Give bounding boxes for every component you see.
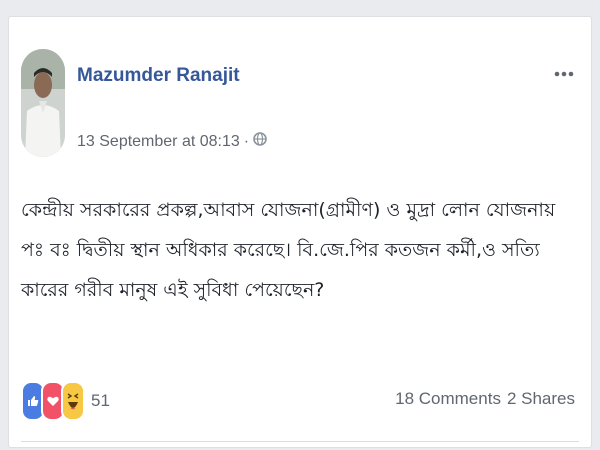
globe-icon[interactable] xyxy=(253,131,267,152)
haha-reaction-icon xyxy=(61,381,85,421)
author-name[interactable]: Mazumder Ranajit xyxy=(77,65,240,87)
shares-count-link[interactable]: 2 Shares xyxy=(507,389,575,409)
post-meta: 13 September at 08:13 · xyxy=(77,131,267,152)
meta-separator: · xyxy=(243,132,250,150)
reaction-count: 51 xyxy=(91,391,110,410)
engagement-counts: 18 Comments 2 Shares xyxy=(395,389,575,409)
more-options-icon[interactable] xyxy=(553,67,575,81)
avatar[interactable] xyxy=(21,49,65,157)
profile-photo xyxy=(21,49,65,157)
facebook-post: Mazumder Ranajit 13 September at 08:13 ·… xyxy=(8,16,592,448)
reactions-summary[interactable]: 51 xyxy=(21,381,110,421)
actions-divider xyxy=(21,441,579,442)
comments-count-link[interactable]: 18 Comments xyxy=(395,389,501,409)
post-text: কেন্দ্রীয় সরকারের প্রকল্প,আবাস যোজনা(গ্… xyxy=(21,199,556,301)
post-timestamp[interactable]: 13 September at 08:13 xyxy=(77,133,240,151)
